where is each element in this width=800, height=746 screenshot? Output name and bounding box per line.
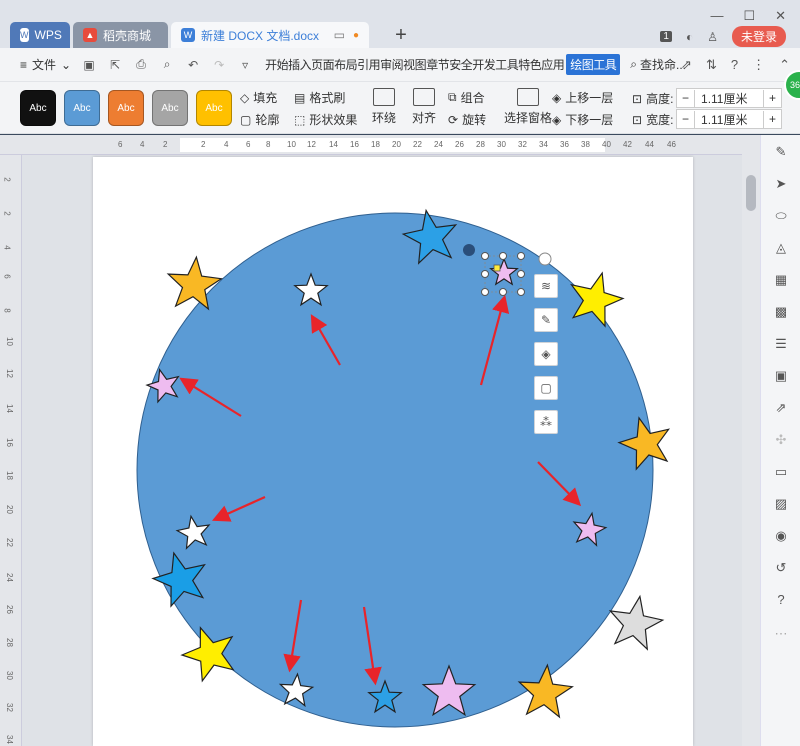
resize-handle[interactable]	[481, 288, 489, 296]
more-shapes-icon[interactable]: ⁂	[534, 410, 558, 434]
layout-options-icon[interactable]: ≋	[534, 274, 558, 298]
resize-handle[interactable]	[499, 252, 507, 260]
rotate-handle-icon[interactable]	[463, 244, 475, 256]
resize-handle[interactable]	[481, 270, 489, 278]
collapse-handle-icon[interactable]	[538, 252, 552, 266]
resize-handle[interactable]	[517, 270, 525, 278]
pen-style-icon[interactable]: ✎	[534, 308, 558, 332]
adjust-handle[interactable]	[493, 264, 501, 272]
floating-toolbar: ≋ ✎ ◈ ▢ ⁂	[534, 274, 558, 434]
resize-handle[interactable]	[499, 288, 507, 296]
outline-style-icon[interactable]: ▢	[534, 376, 558, 400]
resize-handle[interactable]	[517, 288, 525, 296]
resize-handle[interactable]	[481, 252, 489, 260]
fill-color-icon[interactable]: ◈	[534, 342, 558, 366]
star-shape[interactable]	[608, 594, 665, 651]
drawing-layer	[136, 208, 671, 728]
resize-handle[interactable]	[517, 252, 525, 260]
